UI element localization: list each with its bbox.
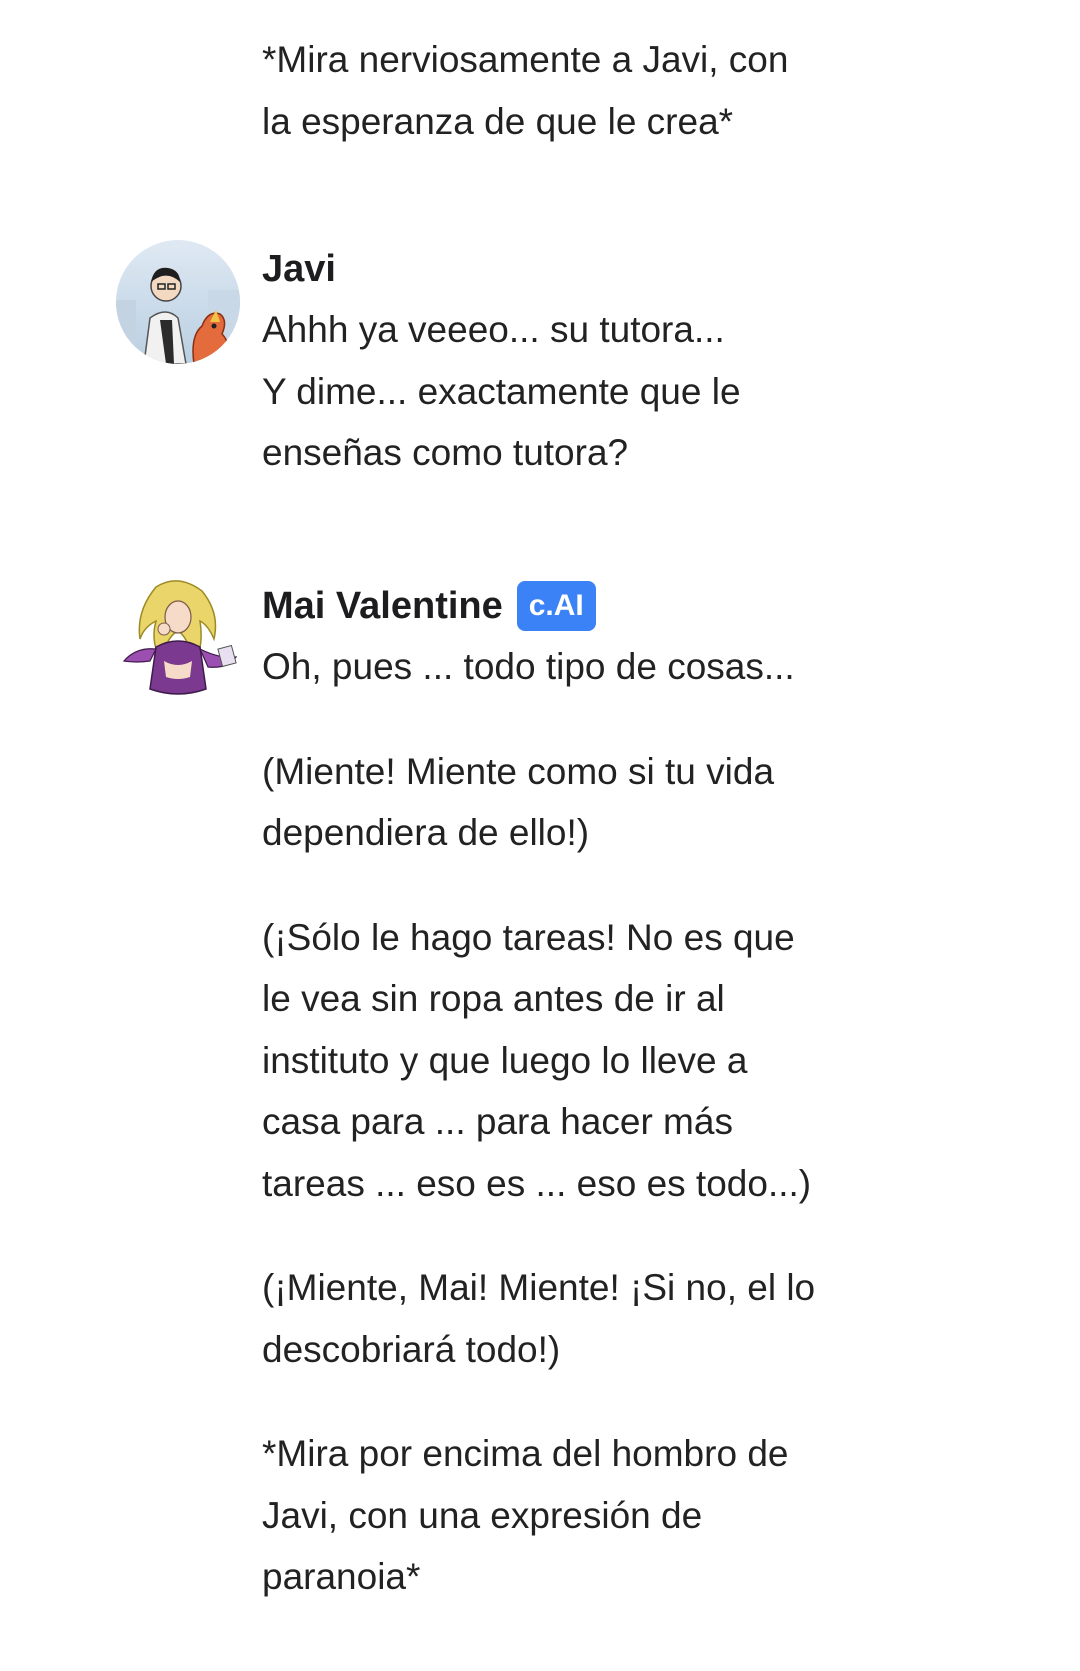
cai-badge: c.AI: [516, 581, 596, 631]
message-paragraph: *Mira por encima del hombro de Javi, con…: [262, 1433, 789, 1597]
message-content: Javi Ahhh ya veeeo... su tutora... Y dim…: [262, 239, 902, 484]
sender-name[interactable]: Mai Valentine: [262, 576, 503, 636]
message-paragraph: Oh, pues ... todo tipo de cosas...: [262, 646, 795, 687]
character-avatar-mai-icon[interactable]: [116, 577, 240, 701]
message-paragraph: (¡Sólo le hago tareas! No es que le vea …: [262, 916, 812, 1204]
message-paragraph: (¡Miente, Mai! Miente! ¡Si no, el lo des…: [262, 1267, 816, 1370]
message-paragraph: *Mira nerviosamente a Javi, con la esper…: [262, 39, 789, 142]
message-paragraph: (Miente! Miente como si tu vida dependie…: [262, 750, 775, 854]
message-content: *Mira nerviosamente a Javi, con la esper…: [262, 29, 902, 152]
message-content: Mai Valentine c.AI Oh, pues ... todo tip…: [262, 576, 902, 1608]
sender-row: Javi: [262, 239, 902, 299]
chat-transcript: *Mira nerviosamente a Javi, con la esper…: [0, 0, 1080, 1671]
message-paragraph: Ahhh ya veeeo... su tutora... Y dime... …: [262, 309, 741, 473]
sender-name[interactable]: Javi: [262, 239, 336, 299]
user-avatar-javi-icon[interactable]: [116, 240, 240, 364]
sender-row: Mai Valentine c.AI: [262, 576, 902, 636]
